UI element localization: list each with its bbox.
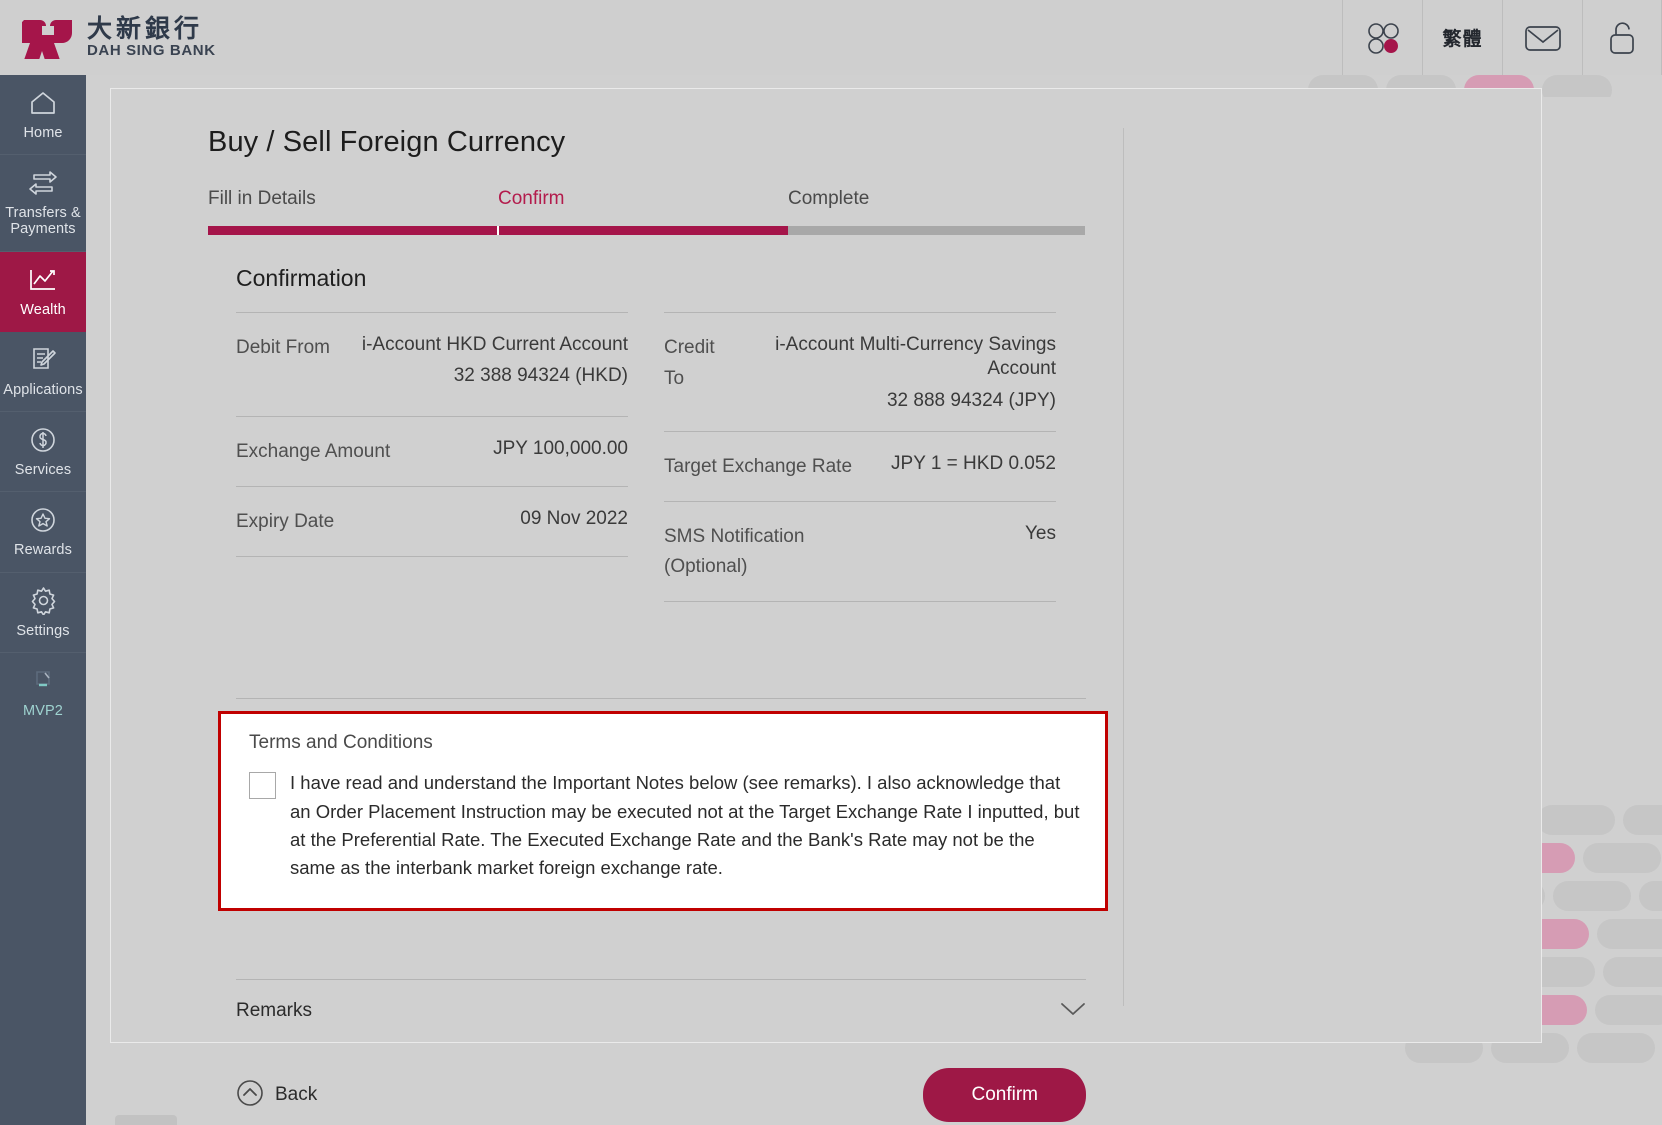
logout-lock-button[interactable]	[1582, 0, 1662, 75]
sidebar-item-label: Rewards	[14, 542, 72, 559]
terms-checkbox[interactable]	[249, 772, 276, 800]
terms-top-divider	[236, 698, 1086, 700]
star-circle-icon	[29, 505, 57, 535]
form-container: Buy / Sell Foreign Currency Fill in Deta…	[110, 88, 1126, 1123]
sidebar-item-mvp2[interactable]: MVP2	[0, 653, 86, 732]
sidebar-item-settings[interactable]: Settings	[0, 573, 86, 653]
bottom-status-tab	[115, 1115, 177, 1125]
home-icon	[29, 88, 57, 118]
lock-icon	[1610, 21, 1634, 54]
sidebar-item-label: MVP2	[23, 702, 63, 719]
chevron-up-circle-icon	[236, 1079, 264, 1112]
main-content-card: Buy / Sell Foreign Currency Fill in Deta…	[110, 88, 1542, 1123]
back-button[interactable]: Back	[236, 1079, 317, 1112]
gear-icon	[29, 586, 58, 616]
row-value: Yes	[1025, 522, 1056, 544]
section-title-confirmation: Confirmation	[236, 265, 367, 291]
sidebar-item-services[interactable]: Services	[0, 412, 86, 493]
remarks-label: Remarks	[236, 1000, 313, 1022]
stepper-bars	[208, 226, 1085, 235]
form-actions: Back Confirm	[236, 1068, 1086, 1123]
stepper-labels: Fill in Details Confirm Complete	[208, 188, 1085, 210]
sidebar-item-applications[interactable]: Applications	[0, 332, 86, 413]
transfer-arrows-icon	[28, 168, 58, 198]
progress-stepper: Fill in Details Confirm Complete	[208, 188, 1085, 235]
mvp-icon	[29, 666, 57, 696]
terms-text: I have read and understand the Important…	[290, 772, 1080, 879]
sidebar-item-rewards[interactable]: Rewards	[0, 492, 86, 573]
logo-english-text: DAH SING BANK	[87, 41, 216, 59]
row-value: i-Account HKD Current Account 32 388 943…	[354, 333, 628, 389]
remarks-accordion[interactable]: Remarks	[236, 979, 1086, 1022]
header-actions: 繁體	[1342, 0, 1662, 75]
step-complete: Complete	[788, 188, 870, 209]
row-label: SMS Notification (Optional)	[664, 525, 805, 578]
sidebar-item-label: Home	[23, 125, 63, 141]
apps-grid-icon	[1367, 22, 1399, 54]
sidebar-nav: Home Transfers & Payments Wealth Applica…	[0, 75, 86, 1125]
table-row: Target Exchange Rate JPY 1 = HKD 0.052	[664, 430, 1056, 501]
sidebar-item-label: Applications	[3, 381, 83, 398]
language-toggle-button[interactable]: 繁體	[1422, 0, 1502, 75]
step-bar-2	[499, 226, 788, 235]
table-row: Credit To i-Account Multi-Currency Savin…	[664, 312, 1056, 431]
row-value: JPY 100,000.00	[493, 438, 628, 459]
row-spacer	[236, 557, 628, 601]
row-label: Debit From	[236, 337, 330, 358]
confirmation-column-left: Debit From i-Account HKD Current Account…	[236, 312, 628, 646]
page-title: Buy / Sell Foreign Currency	[208, 126, 566, 158]
app-header: 大新銀行 DAH SING BANK 繁體	[0, 0, 1662, 75]
chart-line-icon	[28, 265, 58, 295]
step-confirm[interactable]: Confirm	[498, 188, 788, 210]
back-label: Back	[275, 1084, 318, 1106]
sidebar-item-transfers-payments[interactable]: Transfers & Payments	[0, 155, 86, 252]
table-row: Exchange Amount JPY 100,000.00	[236, 416, 628, 486]
sidebar-item-label: Settings	[16, 622, 70, 639]
row-value-account: 32 388 94324 (HKD)	[453, 365, 628, 387]
step-bar-1	[208, 226, 497, 235]
step-fill-in-details[interactable]: Fill in Details	[208, 188, 498, 210]
confirmation-details-table: Debit From i-Account HKD Current Account…	[236, 312, 1056, 646]
dollar-circle-icon	[29, 425, 57, 455]
row-label: Credit To	[664, 337, 715, 389]
document-pencil-icon	[29, 345, 57, 375]
terms-title: Terms and Conditions	[249, 732, 433, 754]
row-value-account: 32 888 94324 (JPY)	[886, 389, 1056, 411]
row-value: 09 Nov 2022	[520, 507, 628, 529]
dah-sing-logo-icon	[22, 19, 72, 59]
row-value: JPY 1 = HKD 0.052	[891, 452, 1056, 474]
row-spacer	[664, 602, 1056, 646]
table-row: SMS Notification (Optional) Yes	[664, 500, 1056, 603]
apps-grid-button[interactable]	[1342, 0, 1422, 75]
app-root: 大新銀行 DAH SING BANK 繁體 Home Transfers & P…	[0, 0, 1662, 1125]
mail-icon	[1524, 25, 1561, 51]
row-label: Target Exchange Rate	[664, 455, 853, 477]
confirm-button[interactable]: Confirm	[923, 1068, 1086, 1123]
bank-logo[interactable]: 大新銀行 DAH SING BANK	[0, 14, 216, 60]
sidebar-item-label: Wealth	[20, 301, 66, 318]
logo-chinese-text: 大新銀行	[87, 14, 204, 43]
sidebar-item-label: Services	[14, 462, 72, 479]
terms-acknowledgement-row: I have read and understand the Important…	[249, 769, 1081, 882]
chevron-down-icon	[1060, 1001, 1086, 1022]
row-value-text: i-Account HKD Current Account	[361, 334, 628, 355]
sidebar-item-wealth[interactable]: Wealth	[0, 251, 86, 332]
row-label: Exchange Amount	[236, 441, 391, 462]
sidebar-item-label: Transfers & Payments	[5, 205, 81, 238]
row-label: Expiry Date	[236, 510, 335, 532]
row-value: i-Account Multi-Currency Savings Account…	[732, 333, 1056, 413]
messages-button[interactable]	[1502, 0, 1582, 75]
table-row: Debit From i-Account HKD Current Account…	[236, 312, 628, 416]
row-value-text: i-Account Multi-Currency Savings Account	[775, 334, 1056, 380]
step-bar-3	[788, 226, 1085, 235]
sidebar-item-home[interactable]: Home	[0, 75, 86, 156]
terms-and-conditions-box: Terms and Conditions I have read and und…	[218, 711, 1108, 912]
table-row: Expiry Date 09 Nov 2022	[236, 485, 628, 557]
confirmation-column-right: Credit To i-Account Multi-Currency Savin…	[664, 312, 1056, 646]
